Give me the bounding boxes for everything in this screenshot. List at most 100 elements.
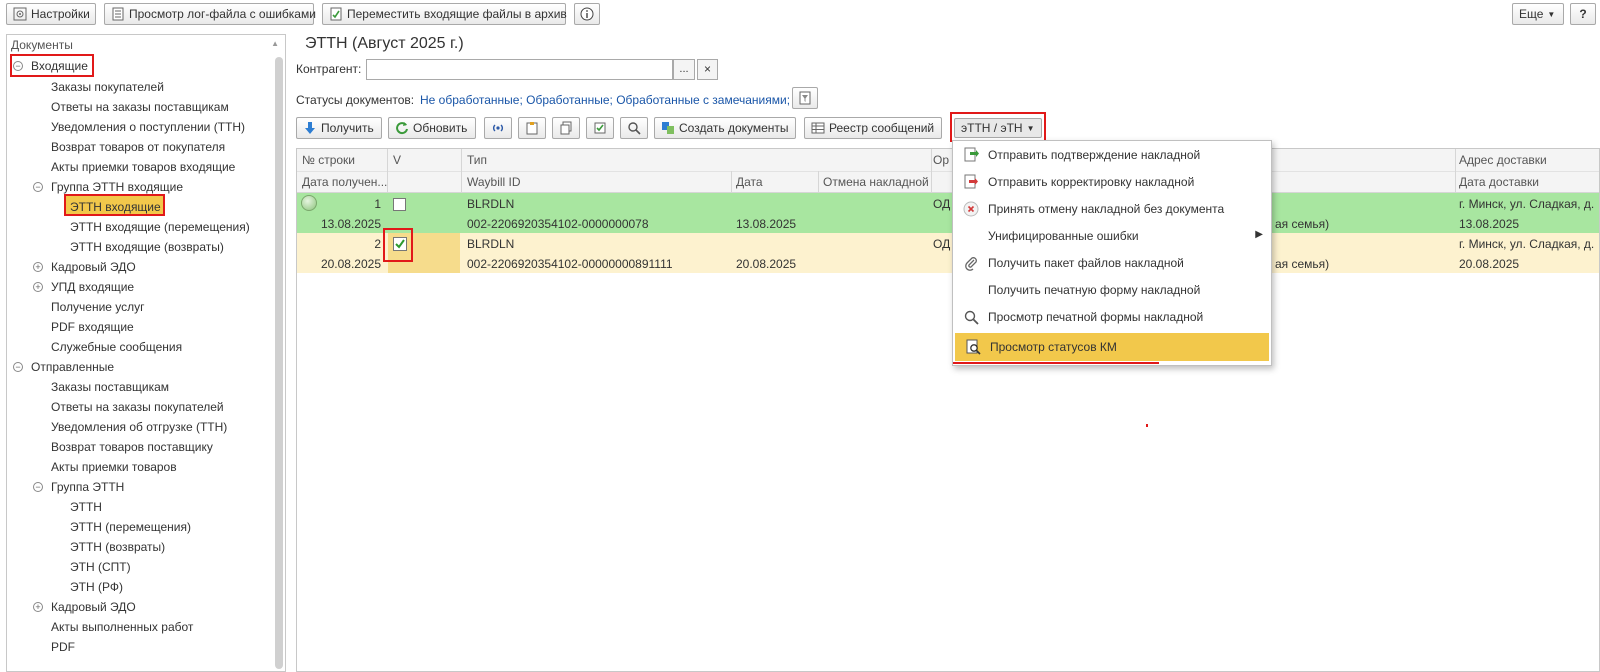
send-correction-icon [963, 174, 979, 190]
col-header-delivery-date[interactable]: Дата доставки [1459, 175, 1539, 189]
help-button[interactable]: ? [1570, 3, 1596, 25]
refresh-icon [395, 121, 409, 135]
tree-group-etth-incoming[interactable]: Группа ЭТТН входящие [51, 180, 183, 194]
settings-button[interactable]: Настройки [6, 3, 96, 25]
col-header-address[interactable]: Адрес доставки [1459, 153, 1547, 167]
menu-item-get-package[interactable]: Получить пакет файлов накладной [953, 249, 1271, 276]
col-header-date[interactable]: Дата [736, 175, 763, 189]
info-button[interactable] [574, 3, 600, 25]
magnifier-icon [963, 309, 979, 325]
filter-button[interactable] [792, 87, 818, 109]
tree-item[interactable]: ЭТН (СПТ) [70, 560, 131, 574]
menu-item-view-print-form[interactable]: Просмотр печатной формы накладной [953, 303, 1271, 330]
collapse-icon[interactable]: − [13, 362, 23, 372]
expand-icon[interactable]: + [33, 602, 43, 612]
expand-icon[interactable]: + [33, 262, 43, 272]
more-button[interactable]: Еще ▼ [1512, 3, 1564, 25]
create-docs-button[interactable]: Создать документы [654, 117, 796, 139]
menu-label: Принять отмену накладной без документа [988, 201, 1225, 216]
tree-item[interactable]: Служебные сообщения [51, 340, 182, 354]
tree-item[interactable]: Возврат товаров от покупателя [51, 140, 225, 154]
menu-item-view-km-statuses[interactable]: Просмотр статусов КМ [955, 333, 1269, 361]
sidebar-scrollbar[interactable] [275, 57, 283, 669]
red-mark [1146, 424, 1148, 427]
col-header-type[interactable]: Тип [467, 153, 487, 167]
tree-item[interactable]: Кадровый ЭДО [51, 600, 136, 614]
collapse-icon[interactable]: − [33, 182, 43, 192]
contractor-clear-button[interactable]: × [697, 59, 718, 80]
expand-icon[interactable]: + [33, 282, 43, 292]
copy-button[interactable] [552, 117, 580, 139]
chevron-down-icon: ▼ [1547, 9, 1556, 19]
row-address: г. Минск, ул. Сладкая, д. [1459, 197, 1595, 211]
copy-icon [559, 121, 573, 135]
tree-item[interactable]: Заказы покупателей [51, 80, 164, 94]
col-header-waybill[interactable]: Waybill ID [467, 175, 521, 189]
tree-item[interactable]: Уведомления о поступлении (ТТН) [51, 120, 245, 134]
move-archive-button[interactable]: Переместить входящие файлы в архив [322, 3, 567, 25]
documents-tree: Документы ▲ − Входящие Заказы покупателе… [6, 34, 286, 672]
km-status-icon [965, 339, 981, 355]
tree-item[interactable]: ЭТТН (возвраты) [70, 540, 165, 554]
statuses-link[interactable]: Не обработанные; Обработанные; Обработан… [420, 93, 790, 107]
row-type: BLRDLN [467, 197, 515, 211]
registry-label: Реестр сообщений [829, 121, 935, 135]
search-button[interactable] [620, 117, 648, 139]
receive-button[interactable]: Получить [296, 117, 382, 139]
col-header-v[interactable]: V [393, 153, 401, 167]
paperclip-icon [963, 255, 979, 271]
check-all-button[interactable] [586, 117, 614, 139]
tree-item[interactable]: Акты приемки товаров входящие [51, 160, 235, 174]
signal-button[interactable] [484, 117, 512, 139]
document-icon [111, 7, 125, 21]
col-header-org[interactable]: Ор [933, 153, 949, 167]
tree-item[interactable]: ЭТН (РФ) [70, 580, 123, 594]
menu-label: Отправить подтверждение накладной [988, 147, 1201, 162]
status-circle-icon [301, 195, 317, 211]
menu-item-accept-cancel[interactable]: Принять отмену накладной без документа [953, 195, 1271, 222]
tree-item[interactable]: ЭТТН входящие (перемещения) [70, 220, 250, 234]
menu-item-send-confirmation[interactable]: Отправить подтверждение накладной [953, 141, 1271, 168]
tree-item[interactable]: Кадровый ЭДО [51, 260, 136, 274]
col-header-received[interactable]: Дата получен... [302, 175, 387, 189]
tree-sent[interactable]: Отправленные [31, 360, 114, 374]
tree-item[interactable]: ЭТТН (перемещения) [70, 520, 191, 534]
tree-item[interactable]: УПД входящие [51, 280, 134, 294]
col-header-cancel[interactable]: Отмена накладной [823, 175, 929, 189]
tree-group-etth[interactable]: Группа ЭТТН [51, 480, 124, 494]
registry-button[interactable]: Реестр сообщений [804, 117, 942, 139]
check-list-icon [593, 121, 607, 135]
tree-item[interactable]: Получение услуг [51, 300, 145, 314]
col-header-num[interactable]: № строки [302, 153, 355, 167]
tree-item[interactable]: Возврат товаров поставщику [51, 440, 213, 454]
contractor-input[interactable] [366, 59, 673, 80]
row-waybill: 002-2206920354102-0000000078 [467, 217, 649, 231]
tree-item[interactable]: ЭТТН [70, 500, 102, 514]
menu-item-unified-errors[interactable]: Унифицированные ошибки ▶ [953, 222, 1271, 249]
row-date: 13.08.2025 [736, 217, 797, 231]
tree-item[interactable]: PDF входящие [51, 320, 134, 334]
tree-item[interactable]: Акты приемки товаров [51, 460, 177, 474]
tree-item[interactable]: ЭТТН входящие (возвраты) [70, 240, 224, 254]
tree-item[interactable]: Уведомления об отгрузке (ТТН) [51, 420, 227, 434]
clipboard-icon [525, 121, 539, 135]
refresh-button[interactable]: Обновить [388, 117, 476, 139]
tree-item[interactable]: Заказы поставщикам [51, 380, 169, 394]
clipboard-button[interactable] [518, 117, 546, 139]
collapse-icon[interactable]: − [33, 482, 43, 492]
tree-item[interactable]: Ответы на заказы поставщикам [51, 100, 229, 114]
row-org: ОД [933, 197, 951, 211]
tree-item[interactable]: Акты выполненных работ [51, 620, 193, 634]
tree-item[interactable]: PDF [51, 640, 75, 654]
contractor-pick-button[interactable]: ... [673, 59, 695, 80]
menu-item-send-correction[interactable]: Отправить корректировку накладной [953, 168, 1271, 195]
view-log-button[interactable]: Просмотр лог-файла с ошибками [104, 3, 316, 25]
row-address: г. Минск, ул. Сладкая, д. [1459, 237, 1595, 251]
tree-item[interactable]: Ответы на заказы покупателей [51, 400, 224, 414]
row-received: 20.08.2025 [320, 257, 381, 271]
submenu-arrow-icon: ▶ [1255, 229, 1263, 240]
highlight-box [10, 54, 94, 77]
scroll-up-icon[interactable]: ▲ [271, 39, 279, 48]
row-checkbox[interactable] [393, 198, 406, 211]
menu-item-get-print-form[interactable]: Получить печатную форму накладной [953, 276, 1271, 303]
